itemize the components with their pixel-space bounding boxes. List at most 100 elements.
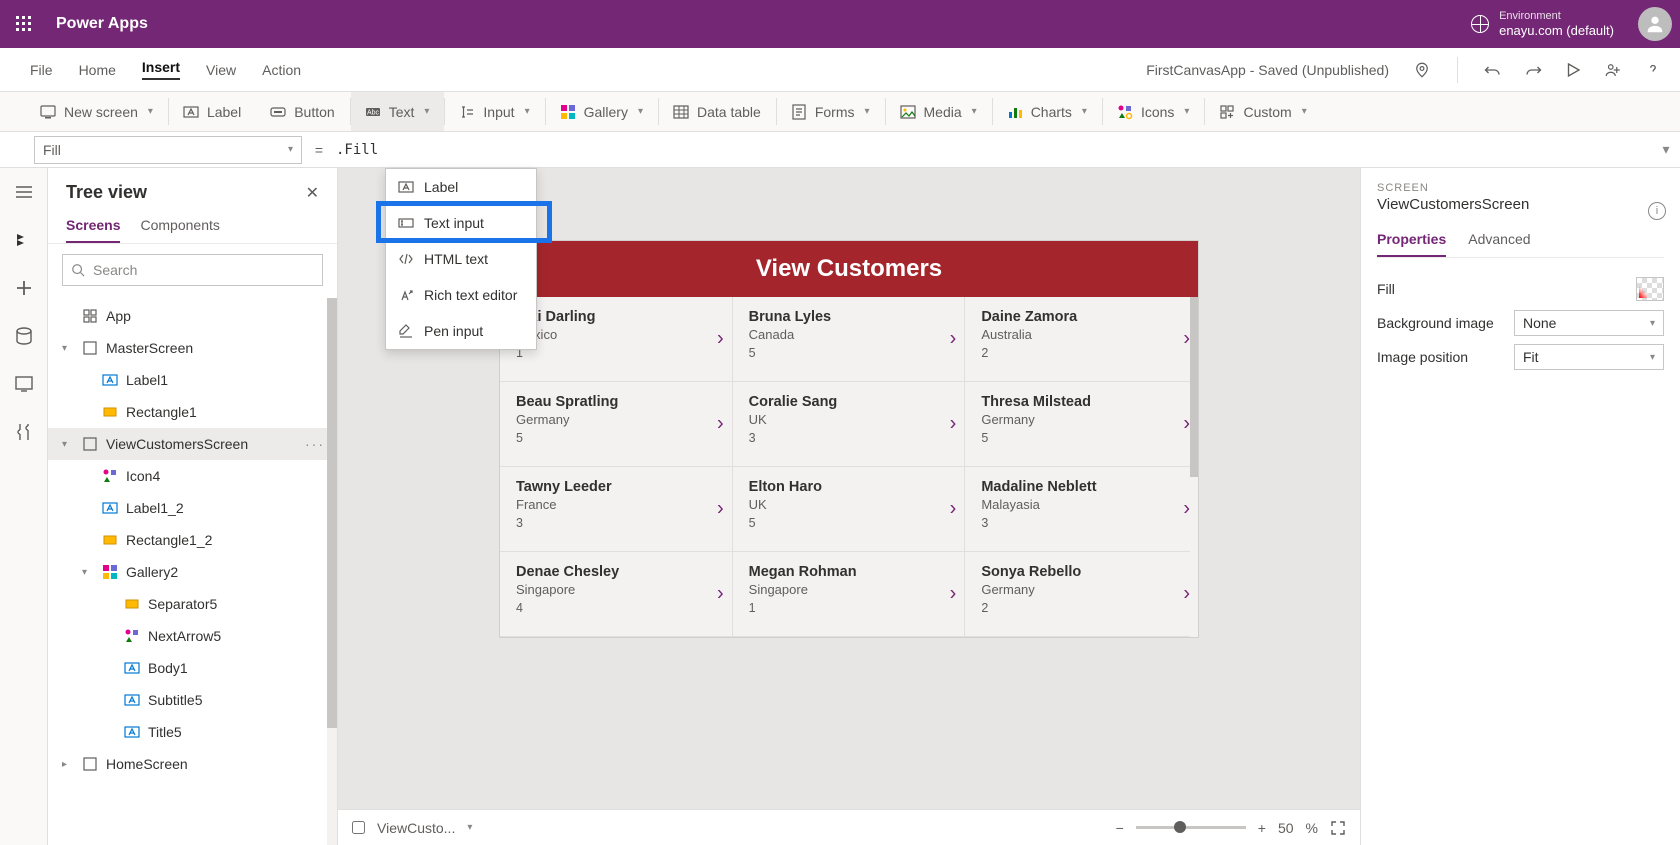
tree-node[interactable]: ▾ViewCustomersScreen··· bbox=[48, 428, 337, 460]
menu-insert[interactable]: Insert bbox=[142, 59, 180, 80]
zoom-out-icon[interactable]: − bbox=[1116, 820, 1124, 836]
chevron-right-icon[interactable]: › bbox=[1183, 583, 1190, 606]
expand-twisty-icon[interactable]: ▾ bbox=[62, 439, 74, 450]
ribbon-media[interactable]: Media▾ bbox=[886, 92, 992, 131]
customer-card[interactable]: Tawny LeederFrance3› bbox=[500, 467, 733, 552]
customer-card[interactable]: Coralie SangUK3› bbox=[733, 382, 966, 467]
tree-node[interactable]: Label1 bbox=[48, 364, 337, 396]
menu-home[interactable]: Home bbox=[79, 62, 116, 78]
chevron-right-icon[interactable]: › bbox=[1183, 413, 1190, 436]
info-icon[interactable]: i bbox=[1648, 202, 1666, 220]
zoom-slider[interactable] bbox=[1136, 826, 1246, 829]
fit-to-window-icon[interactable] bbox=[1330, 820, 1346, 836]
zoom-thumb[interactable] bbox=[1174, 821, 1186, 833]
app-checker-icon[interactable] bbox=[1413, 61, 1431, 79]
help-icon[interactable] bbox=[1644, 61, 1662, 79]
bgimage-select[interactable]: None ▾ bbox=[1514, 310, 1664, 336]
data-icon[interactable] bbox=[14, 326, 34, 346]
customer-card[interactable]: Elton HaroUK5› bbox=[733, 467, 966, 552]
chevron-right-icon[interactable]: › bbox=[1183, 498, 1190, 521]
tree-node[interactable]: ▸HomeScreen bbox=[48, 748, 337, 780]
ribbon-text[interactable]: Abc Text▾ bbox=[351, 92, 445, 131]
tree-node[interactable]: Body1 bbox=[48, 652, 337, 684]
chevron-right-icon[interactable]: › bbox=[717, 583, 724, 606]
tools-icon[interactable] bbox=[14, 422, 34, 442]
redo-icon[interactable] bbox=[1524, 61, 1542, 79]
tree-node[interactable]: Separator5 bbox=[48, 588, 337, 620]
expand-twisty-icon[interactable]: ▾ bbox=[62, 343, 74, 354]
tree-search-input[interactable]: Search bbox=[62, 254, 323, 286]
media-rail-icon[interactable] bbox=[14, 374, 34, 394]
tab-advanced[interactable]: Advanced bbox=[1468, 223, 1530, 257]
select-screen-checkbox[interactable] bbox=[352, 821, 365, 834]
chevron-right-icon[interactable]: › bbox=[950, 328, 957, 351]
expand-formula-icon[interactable]: ▾ bbox=[1652, 141, 1680, 158]
app-launcher-icon[interactable] bbox=[8, 8, 40, 40]
tree-node[interactable]: Subtitle5 bbox=[48, 684, 337, 716]
tree-view-icon[interactable] bbox=[14, 230, 34, 250]
ribbon-data-table[interactable]: Data table bbox=[659, 92, 776, 131]
menu-view[interactable]: View bbox=[206, 62, 236, 78]
customer-card[interactable]: Megan RohmanSingapore1› bbox=[733, 552, 966, 637]
dropdown-item-label[interactable]: Label bbox=[386, 169, 536, 205]
ribbon-custom[interactable]: Custom▾ bbox=[1205, 92, 1321, 131]
undo-icon[interactable] bbox=[1484, 61, 1502, 79]
ribbon-forms[interactable]: Forms▾ bbox=[777, 92, 885, 131]
customer-card[interactable]: Sonya RebelloGermany2› bbox=[965, 552, 1198, 637]
chevron-down-icon[interactable]: ▾ bbox=[467, 822, 472, 833]
customer-card[interactable]: Thresa MilsteadGermany5› bbox=[965, 382, 1198, 467]
tree-node[interactable]: Title5 bbox=[48, 716, 337, 748]
dropdown-item-pen-input[interactable]: Pen input bbox=[386, 313, 536, 349]
share-icon[interactable] bbox=[1604, 61, 1622, 79]
gallery-scrollbar-thumb[interactable] bbox=[1190, 297, 1198, 477]
chevron-right-icon[interactable]: › bbox=[950, 583, 957, 606]
expand-twisty-icon[interactable]: ▸ bbox=[62, 759, 74, 770]
ribbon-charts[interactable]: Charts▾ bbox=[993, 92, 1102, 131]
chevron-right-icon[interactable]: › bbox=[1183, 328, 1190, 351]
chevron-right-icon[interactable]: › bbox=[950, 498, 957, 521]
customer-card[interactable]: Bruna LylesCanada5› bbox=[733, 297, 966, 382]
close-icon[interactable]: ✕ bbox=[306, 183, 319, 203]
customer-card[interactable]: Denae ChesleySingapore4› bbox=[500, 552, 733, 637]
customer-card[interactable]: Daine ZamoraAustralia2› bbox=[965, 297, 1198, 382]
hamburger-icon[interactable] bbox=[14, 182, 34, 202]
tab-screens[interactable]: Screens bbox=[66, 209, 120, 243]
tree-node[interactable]: Label1_2 bbox=[48, 492, 337, 524]
fill-color-swatch[interactable] bbox=[1636, 277, 1664, 301]
expand-twisty-icon[interactable]: ▾ bbox=[82, 567, 94, 578]
tree-node[interactable]: ▾MasterScreen bbox=[48, 332, 337, 364]
tree-scrollbar-thumb[interactable] bbox=[327, 298, 337, 728]
tree-node[interactable]: Rectangle1_2 bbox=[48, 524, 337, 556]
imgpos-select[interactable]: Fit ▾ bbox=[1514, 344, 1664, 370]
dropdown-item-html-text[interactable]: HTML text bbox=[386, 241, 536, 277]
screen-preview[interactable]: View Customers Viki DarlingMexico1›Bruna… bbox=[499, 240, 1199, 638]
tree-node[interactable]: NextArrow5 bbox=[48, 620, 337, 652]
customer-card[interactable]: Beau SpratlingGermany5› bbox=[500, 382, 733, 467]
more-icon[interactable]: ··· bbox=[305, 436, 325, 452]
tree-node[interactable]: ▾Gallery2 bbox=[48, 556, 337, 588]
ribbon-icons[interactable]: Icons▾ bbox=[1103, 92, 1205, 131]
add-icon[interactable] bbox=[14, 278, 34, 298]
tree-node[interactable]: Icon4 bbox=[48, 460, 337, 492]
ribbon-label[interactable]: Label bbox=[169, 92, 256, 131]
ribbon-new-screen[interactable]: New screen▾ bbox=[26, 92, 168, 131]
menu-file[interactable]: File bbox=[30, 62, 53, 78]
tree-node[interactable]: Rectangle1 bbox=[48, 396, 337, 428]
property-selector[interactable]: Fill ▾ bbox=[34, 136, 302, 164]
ribbon-gallery[interactable]: Gallery▾ bbox=[546, 92, 658, 131]
customer-card[interactable]: Madaline NeblettMalayasia3› bbox=[965, 467, 1198, 552]
tree-node[interactable]: App bbox=[48, 300, 337, 332]
play-icon[interactable] bbox=[1564, 61, 1582, 79]
chevron-right-icon[interactable]: › bbox=[717, 498, 724, 521]
dropdown-item-text-input[interactable]: Text input bbox=[386, 205, 536, 241]
chevron-right-icon[interactable]: › bbox=[717, 413, 724, 436]
formula-value[interactable]: .Fill bbox=[330, 142, 1652, 158]
ribbon-input[interactable]: Input▾ bbox=[445, 92, 544, 131]
user-avatar[interactable] bbox=[1638, 7, 1672, 41]
tab-properties[interactable]: Properties bbox=[1377, 223, 1446, 257]
dropdown-item-rich-text[interactable]: Rich text editor bbox=[386, 277, 536, 313]
zoom-in-icon[interactable]: + bbox=[1258, 820, 1266, 836]
menu-action[interactable]: Action bbox=[262, 62, 301, 78]
ribbon-button[interactable]: Button bbox=[256, 92, 349, 131]
tab-components[interactable]: Components bbox=[140, 209, 219, 243]
